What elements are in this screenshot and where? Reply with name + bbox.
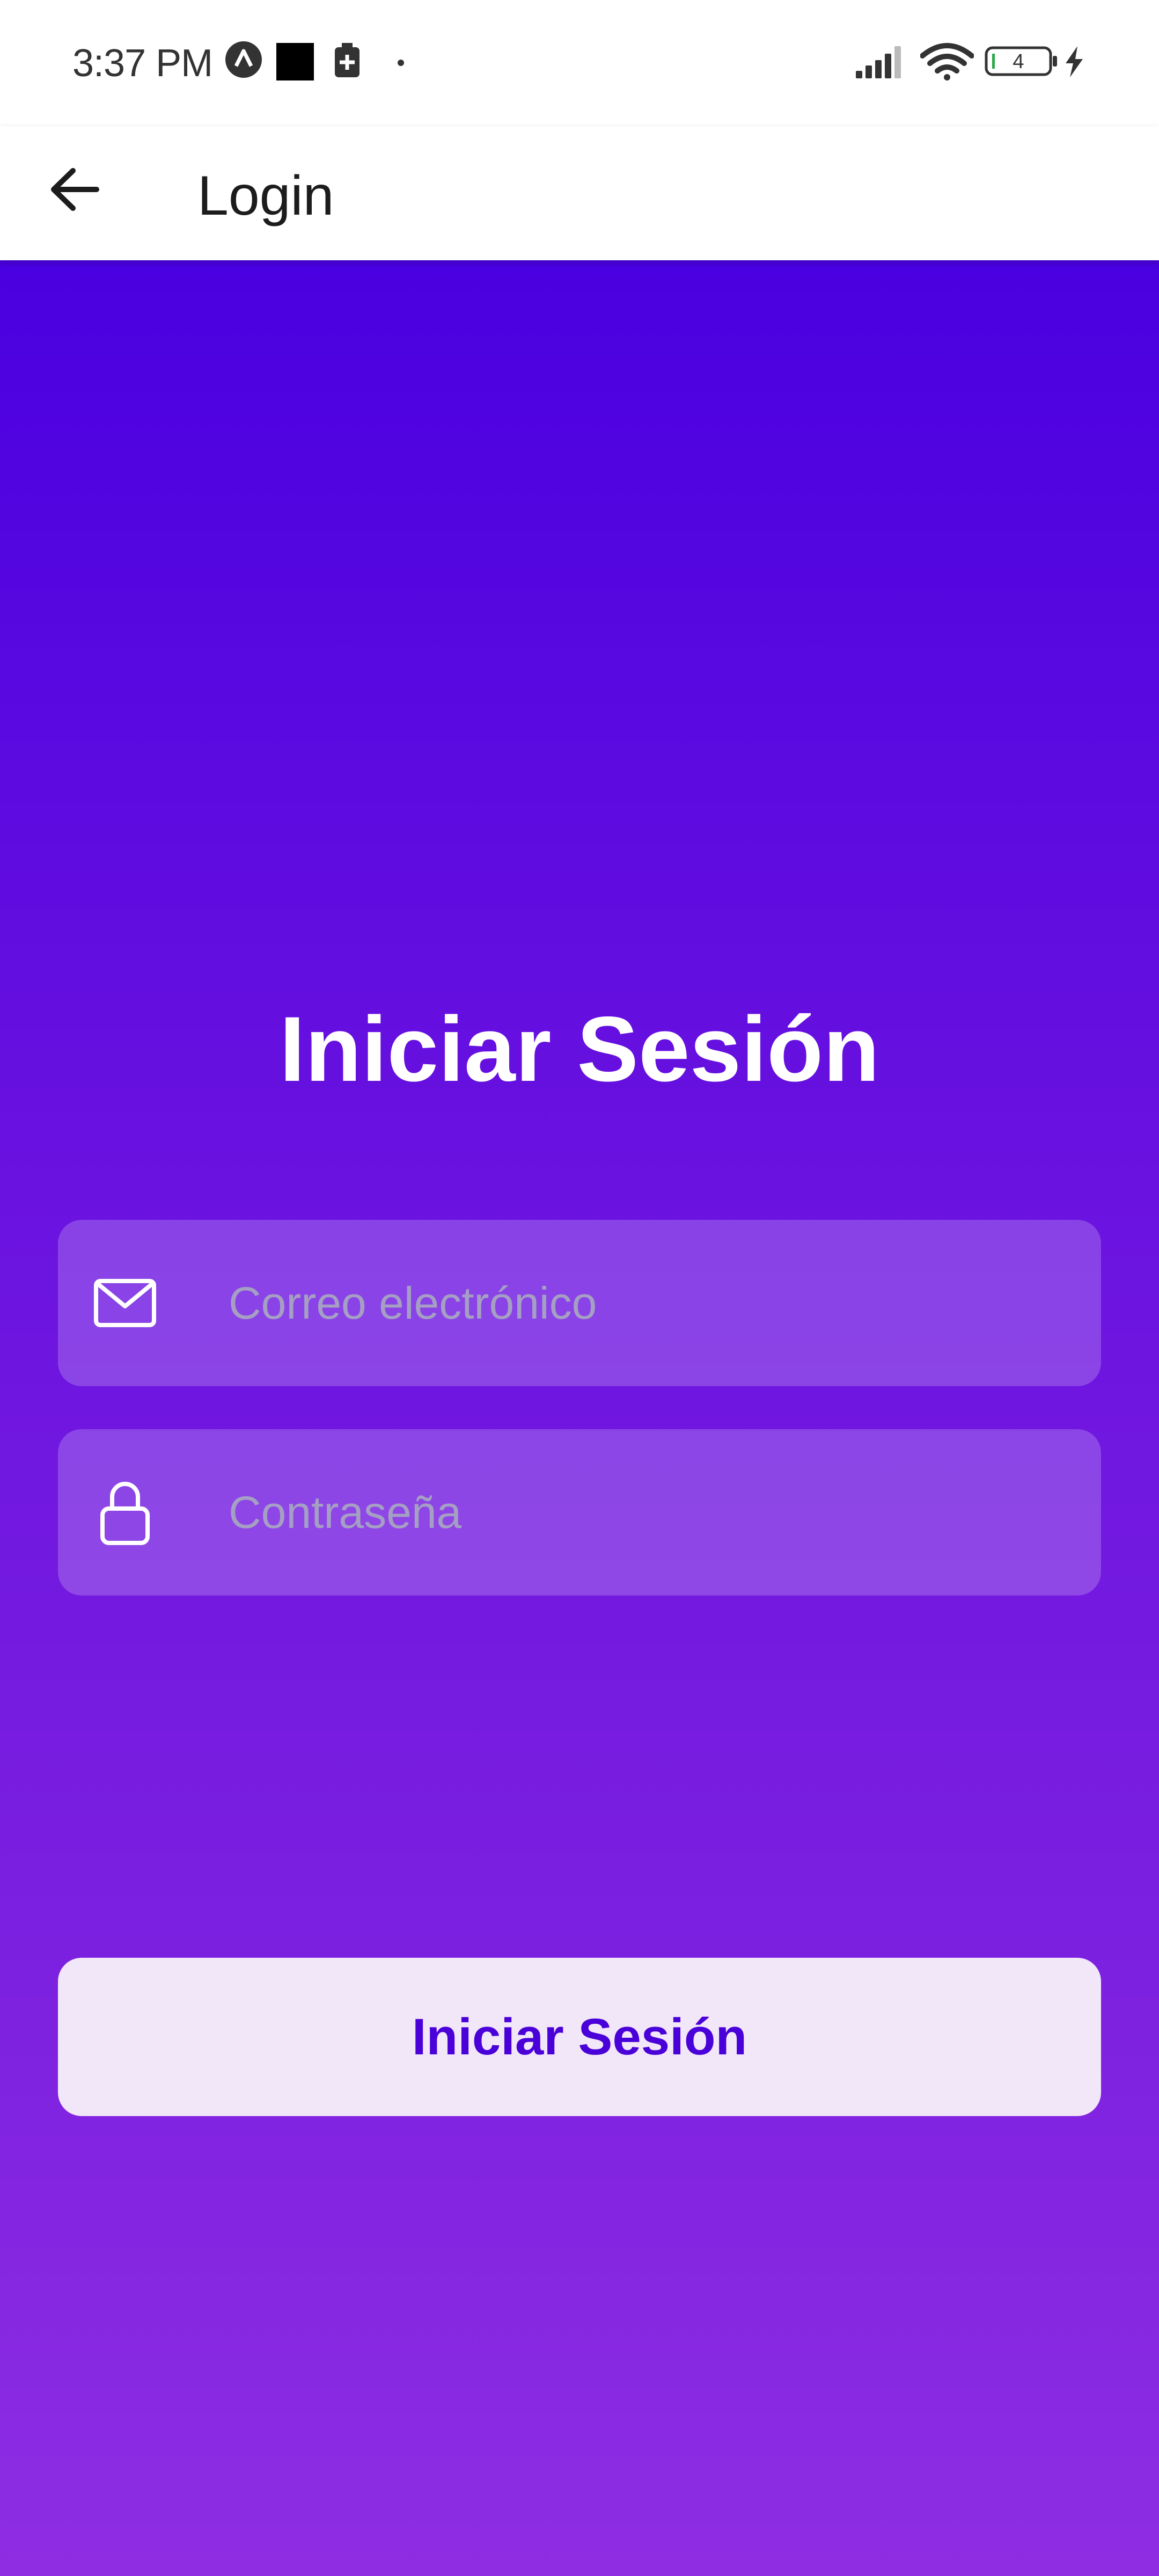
login-button[interactable]: Iniciar Sesión	[58, 1958, 1101, 2116]
status-time: 3:37 PM	[72, 42, 213, 85]
password-field[interactable]	[58, 1429, 1101, 1596]
signal-icon	[856, 44, 907, 81]
password-input[interactable]	[229, 1429, 1066, 1596]
envelope-icon	[90, 1220, 160, 1386]
black-square-icon	[276, 43, 314, 83]
login-heading: Iniciar Sesión	[279, 998, 880, 1101]
status-bar: 3:37 PM 4	[0, 0, 1159, 126]
battery-saver-icon	[334, 43, 361, 81]
email-field[interactable]	[58, 1220, 1101, 1386]
app-bar: Login	[0, 126, 1159, 260]
app-notification-icon	[224, 40, 263, 82]
dot-icon	[397, 59, 405, 69]
battery-level: 4	[1013, 50, 1024, 73]
email-input[interactable]	[229, 1220, 1066, 1386]
lock-icon	[90, 1429, 160, 1596]
charging-bolt-icon	[1063, 46, 1085, 80]
wifi-icon	[920, 42, 974, 83]
arrow-left-icon	[48, 165, 102, 216]
login-screen: Iniciar Sesión Iniciar Sesión	[0, 260, 1159, 2576]
battery-icon: 4	[985, 46, 1060, 79]
back-button[interactable]	[38, 153, 113, 228]
page-title: Login	[197, 165, 334, 227]
